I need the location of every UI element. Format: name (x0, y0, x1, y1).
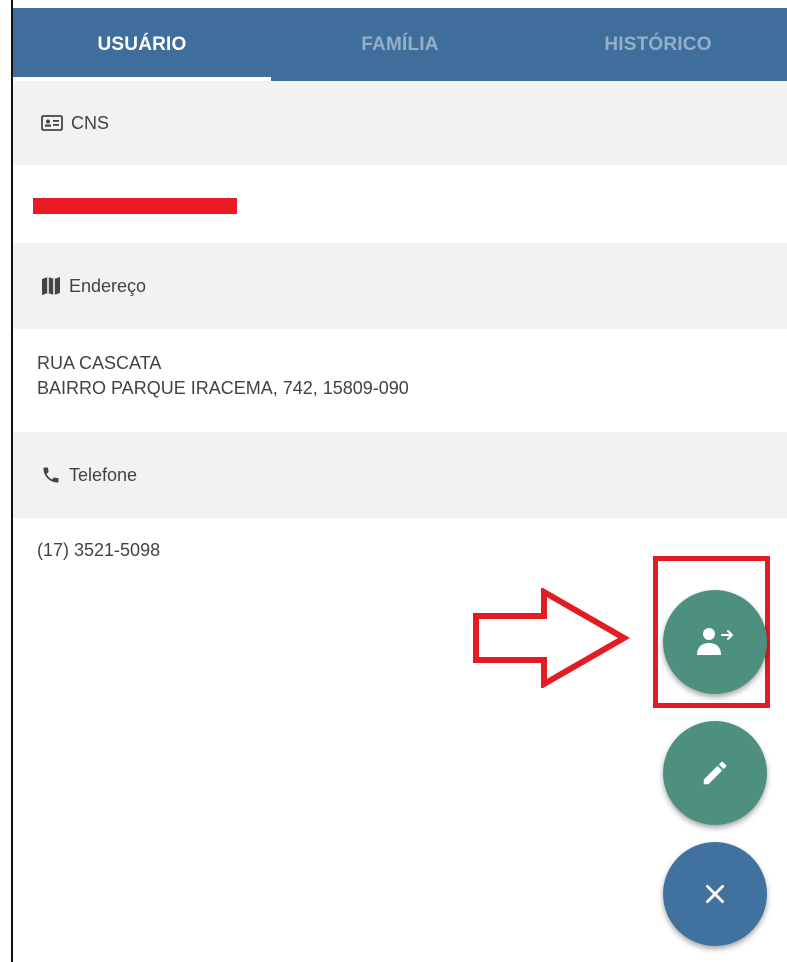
edit-button[interactable] (663, 721, 767, 825)
transfer-user-button[interactable] (663, 590, 767, 694)
annotation-arrow-icon (473, 588, 631, 688)
top-strip (13, 0, 787, 8)
person-arrow-icon (697, 628, 733, 655)
tab-historico[interactable]: HISTÓRICO (529, 8, 787, 81)
address-line-1: RUA CASCATA (37, 353, 162, 373)
telefone-label: Telefone (69, 464, 138, 485)
address-text: RUA CASCATA BAIRRO PARQUE IRACEMA, 742, … (37, 351, 409, 401)
close-menu-button[interactable] (663, 842, 767, 946)
cns-section-header: CNS (13, 81, 787, 165)
tab-bar: USUÁRIO FAMÍLIA HISTÓRICO (13, 8, 787, 81)
address-line-2: BAIRRO PARQUE IRACEMA, 742, 15809-090 (37, 378, 409, 398)
endereco-label: Endereço (69, 275, 147, 296)
patient-detail-screen: USUÁRIO FAMÍLIA HISTÓRICO CNS Endereço R… (13, 0, 787, 962)
redacted-cns-value (33, 198, 237, 214)
endereco-section-header: Endereço (13, 243, 787, 329)
map-icon (41, 276, 61, 296)
id-card-icon (41, 115, 63, 131)
pencil-icon (703, 761, 727, 785)
tab-usuario[interactable]: USUÁRIO (13, 8, 271, 81)
phone-icon (41, 465, 61, 485)
tab-familia[interactable]: FAMÍLIA (271, 8, 529, 81)
cns-value-row (13, 165, 787, 243)
close-icon (706, 885, 724, 903)
phone-number[interactable]: (17) 3521-5098 (37, 540, 160, 561)
endereco-value-row: RUA CASCATA BAIRRO PARQUE IRACEMA, 742, … (13, 329, 787, 432)
telefone-section-header: Telefone (13, 432, 787, 518)
cns-label: CNS (71, 112, 110, 133)
